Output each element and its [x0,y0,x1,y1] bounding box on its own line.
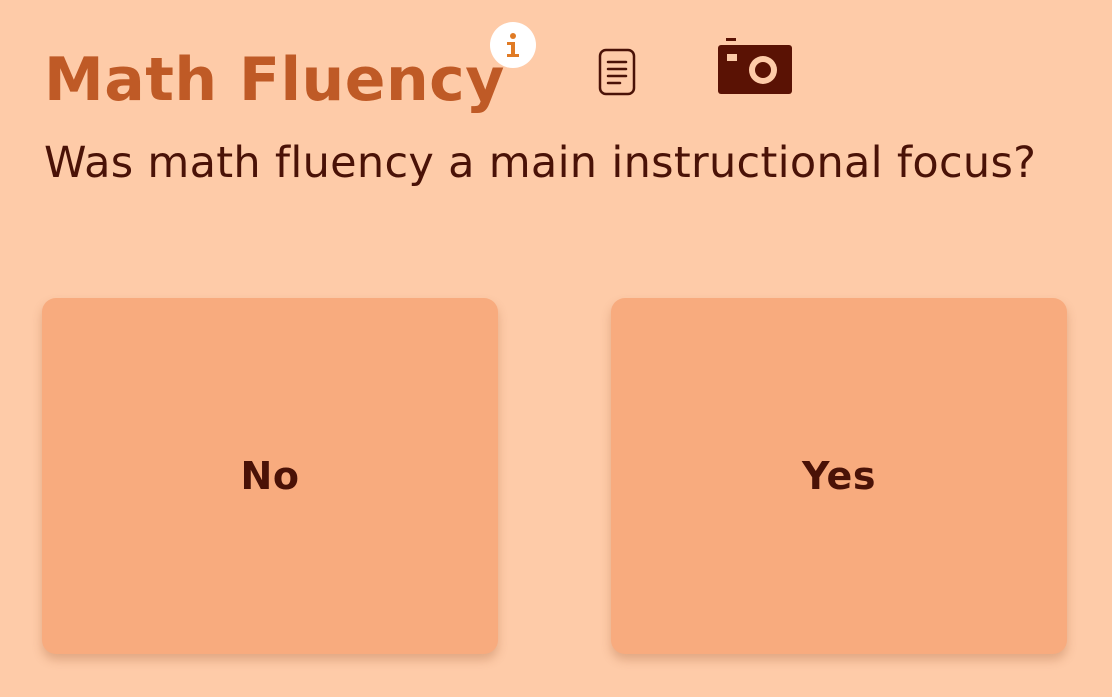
no-button-label: No [240,454,300,498]
yes-button[interactable]: Yes [611,298,1067,654]
notes-button[interactable] [598,48,638,96]
notes-icon [598,48,638,100]
question-text: Was math fluency a main instructional fo… [44,138,1037,188]
camera-icon [716,38,794,100]
page-title: Math Fluency [44,45,505,115]
yes-button-label: Yes [802,454,876,498]
info-button[interactable] [490,22,536,68]
no-button[interactable]: No [42,298,498,654]
header: Math Fluency [44,22,1084,132]
camera-button[interactable] [716,36,794,96]
info-icon [498,30,528,60]
